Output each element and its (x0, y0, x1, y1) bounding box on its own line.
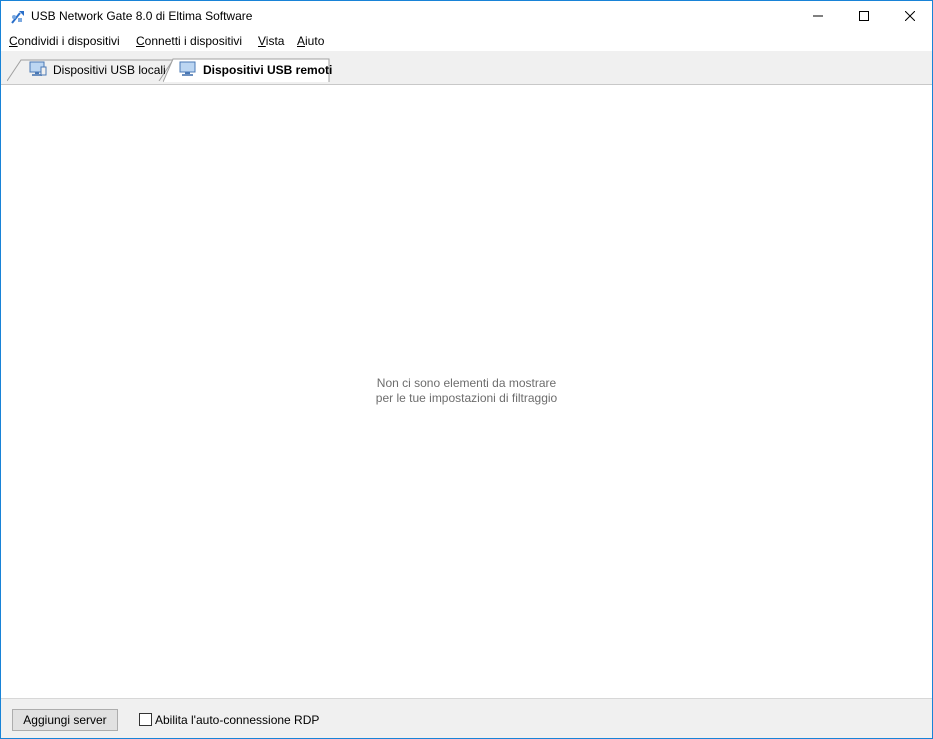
menu-mnemonic: C (136, 34, 145, 48)
menu-aiuto[interactable]: Aiuto (297, 34, 324, 48)
menu-rest: ista (265, 34, 285, 48)
empty-message-line2: per le tue impostazioni di filtraggio (375, 391, 558, 405)
maximize-icon (859, 11, 869, 21)
tab-strip: Dispositivi USB locali Dispositivi USB r… (1, 51, 932, 85)
menu-mnemonic: C (9, 34, 18, 48)
menu-connetti[interactable]: Connetti i dispositivi (136, 34, 242, 48)
tab-remote-devices[interactable]: Dispositivi USB remoti (163, 58, 333, 82)
menu-mnemonic: A (297, 34, 306, 48)
window-title: USB Network Gate 8.0 di Eltima Software (31, 9, 253, 23)
device-list-area[interactable]: Non ci sono elementi da mostrare per le … (1, 85, 932, 698)
menu-rest: ondividi i dispositivi (17, 34, 120, 48)
menu-rest: onnetti i dispositivi (144, 34, 243, 48)
rdp-autoconnect-label[interactable]: Abilita l'auto-connessione RDP (155, 713, 319, 727)
tab-local-devices[interactable]: Dispositivi USB locali (7, 59, 173, 81)
rdp-autoconnect-checkbox[interactable] (139, 713, 152, 726)
tab-local-label: Dispositivi USB locali (53, 63, 166, 77)
close-icon (905, 11, 915, 21)
bottom-bar: Aggiungi server Abilita l'auto-connessio… (1, 698, 932, 738)
menu-mnemonic: V (258, 34, 266, 48)
menu-rest: iuto (305, 34, 325, 48)
minimize-icon (813, 15, 823, 17)
close-button[interactable] (887, 1, 932, 31)
remote-computer-icon (179, 61, 197, 77)
usb-app-icon (10, 9, 26, 25)
title-bar[interactable]: USB Network Gate 8.0 di Eltima Software (1, 1, 932, 31)
add-server-button[interactable]: Aggiungi server (12, 709, 118, 731)
tab-remote-label: Dispositivi USB remoti (203, 63, 333, 77)
app-window: USB Network Gate 8.0 di Eltima Software … (0, 0, 933, 739)
maximize-button[interactable] (841, 1, 887, 31)
menu-condividi[interactable]: Condividi i dispositivi (9, 34, 120, 48)
empty-message-line1: Non ci sono elementi da mostrare (376, 376, 557, 390)
menu-vista[interactable]: Vista (258, 34, 284, 48)
minimize-button[interactable] (795, 1, 841, 31)
menu-bar: Condividi i dispositivi Connetti i dispo… (1, 31, 932, 51)
empty-message: Non ci sono elementi da mostrare per le … (1, 376, 932, 406)
local-computer-icon (29, 61, 47, 77)
